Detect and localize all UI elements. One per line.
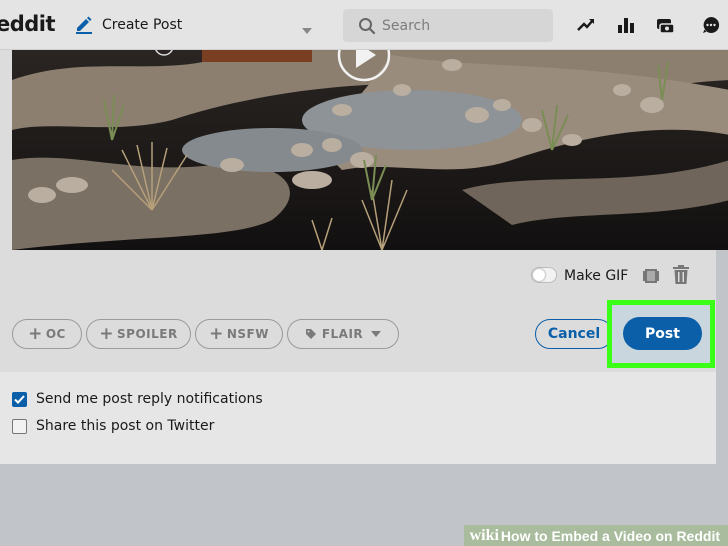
nsfw-tag-button[interactable]: + NSFW <box>195 319 283 349</box>
top-navigation-bar: eddit Create Post Search <box>0 0 728 50</box>
plus-icon: + <box>28 323 43 344</box>
trending-icon[interactable] <box>576 15 596 39</box>
cancel-button[interactable]: Cancel <box>535 319 613 349</box>
stats-icon[interactable] <box>616 15 636 39</box>
spoiler-tag-label: SPOILER <box>117 327 178 341</box>
oc-tag-button[interactable]: + OC <box>12 319 82 349</box>
oc-tag-label: OC <box>45 327 66 341</box>
flair-tag-button[interactable]: FLAIR <box>287 319 399 349</box>
make-gif-label: Make GIF <box>564 268 629 284</box>
post-editor-card: Make GIF + OC + SPOILER + NSFW FLAIR Can… <box>0 50 728 372</box>
watermark-brand: wiki <box>469 526 499 544</box>
post-options-panel: Send me post reply notifications Share t… <box>0 372 716 464</box>
pencil-icon <box>74 14 94 38</box>
plus-icon: + <box>209 323 224 344</box>
nsfw-tag-label: NSFW <box>226 327 269 341</box>
reddit-logo[interactable]: eddit <box>0 12 56 36</box>
twitter-share-checkbox[interactable] <box>12 419 27 434</box>
search-placeholder: Search <box>382 18 431 34</box>
wikihow-watermark: wiki How to Embed a Video on Reddit <box>463 525 728 546</box>
flair-tag-label: FLAIR <box>321 327 364 341</box>
video-settings-icon[interactable] <box>643 268 659 288</box>
watermark-title: How to Embed a Video on Reddit <box>500 527 720 544</box>
post-button[interactable]: Post <box>623 317 702 350</box>
search-icon <box>358 17 376 39</box>
search-box[interactable]: Search <box>343 9 553 42</box>
make-gif-toggle[interactable] <box>531 267 557 283</box>
video-preview[interactable] <box>12 50 728 250</box>
spoiler-tag-button[interactable]: + SPOILER <box>86 319 191 349</box>
notifications-label: Send me post reply notifications <box>36 391 263 407</box>
trash-icon[interactable] <box>672 265 690 289</box>
coins-icon[interactable] <box>655 15 675 39</box>
twitter-share-label: Share this post on Twitter <box>36 418 215 434</box>
notifications-checkbox[interactable] <box>12 392 27 407</box>
checkmark-icon <box>14 395 25 404</box>
chevron-down-icon <box>371 331 382 337</box>
create-post-label[interactable]: Create Post <box>102 17 182 33</box>
plus-icon: + <box>99 323 115 344</box>
tag-icon <box>305 328 317 340</box>
chevron-down-icon[interactable] <box>301 20 313 39</box>
chat-icon[interactable] <box>701 15 721 39</box>
